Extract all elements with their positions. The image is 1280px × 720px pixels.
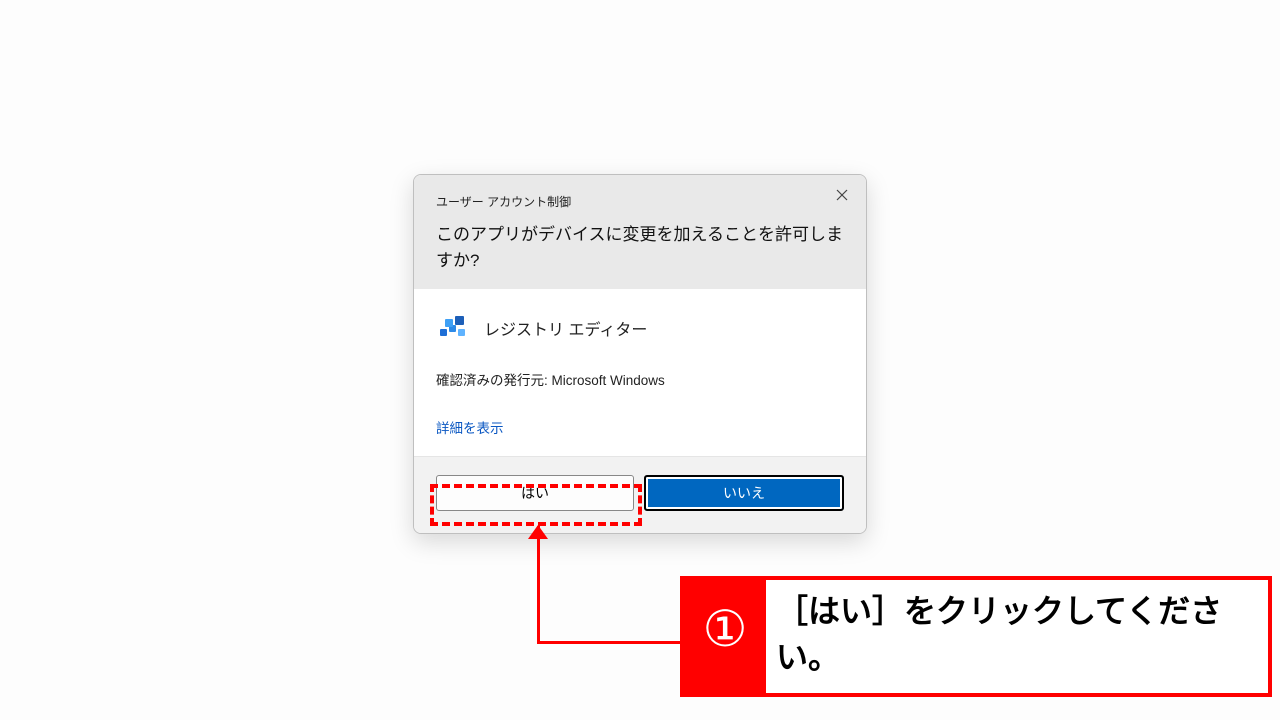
no-button[interactable]: いいえ bbox=[644, 475, 844, 511]
dialog-title: ユーザー アカウント制御 bbox=[436, 193, 844, 210]
yes-button[interactable]: はい bbox=[436, 475, 634, 511]
app-row: レジストリ エディター bbox=[436, 311, 844, 345]
annotation-arrow-line bbox=[537, 526, 540, 644]
close-icon bbox=[836, 189, 848, 201]
publisher-line: 確認済みの発行元: Microsoft Windows bbox=[436, 369, 844, 389]
instruction-callout: ① ［はい］をクリックしてください。 bbox=[680, 576, 1272, 697]
show-details-link[interactable]: 詳細を表示 bbox=[436, 417, 504, 437]
instruction-text: ［はい］をクリックしてください。 bbox=[766, 580, 1268, 693]
dialog-body: レジストリ エディター 確認済みの発行元: Microsoft Windows … bbox=[414, 289, 866, 456]
dialog-question: このアプリがデバイスに変更を加えることを許可しますか? bbox=[436, 222, 844, 275]
step-number: ① bbox=[684, 580, 766, 693]
app-name: レジストリ エディター bbox=[484, 316, 647, 340]
annotation-arrow-line bbox=[537, 641, 682, 644]
dialog-footer: はい いいえ bbox=[414, 456, 866, 533]
registry-editor-icon bbox=[436, 311, 470, 345]
uac-dialog: ユーザー アカウント制御 このアプリがデバイスに変更を加えることを許可しますか?… bbox=[413, 174, 867, 534]
close-button[interactable] bbox=[832, 185, 852, 205]
dialog-header: ユーザー アカウント制御 このアプリがデバイスに変更を加えることを許可しますか? bbox=[414, 175, 866, 289]
